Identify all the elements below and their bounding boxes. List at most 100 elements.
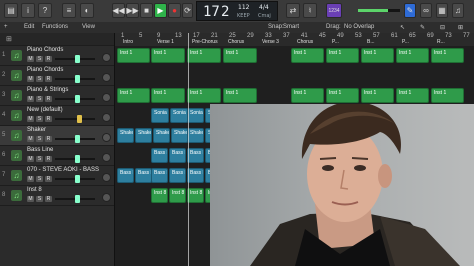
track-header[interactable]: 1 ♫ Piano Chords M S R: [0, 46, 114, 66]
pencil-tool-icon[interactable]: ✎: [420, 24, 425, 31]
audio-region[interactable]: Sonia Fo: [151, 108, 169, 123]
solo-button[interactable]: S: [36, 96, 43, 102]
notepad-button[interactable]: ✎: [404, 3, 416, 18]
snap-select[interactable]: Smart: [283, 24, 299, 30]
track-name[interactable]: Inst 8: [27, 187, 42, 193]
loop-browser-button[interactable]: ∞: [420, 3, 432, 18]
add-track-icon[interactable]: +: [4, 24, 8, 30]
audio-region[interactable]: Shaker: [135, 128, 152, 143]
audio-region[interactable]: Bass Lin: [169, 148, 186, 163]
track-name[interactable]: Piano & Strings: [27, 87, 68, 93]
track-header[interactable]: 7 ♫ 070 - STEVE AOKI - BASS M S R: [0, 166, 114, 186]
mute-button[interactable]: M: [27, 116, 34, 122]
smart-controls-button[interactable]: ◐: [80, 3, 94, 18]
toolbar-button[interactable]: ≡: [62, 3, 76, 18]
play-button[interactable]: ▶: [154, 3, 167, 18]
volume-fader[interactable]: [55, 155, 95, 163]
volume-fader[interactable]: [55, 115, 95, 123]
quick-help-button[interactable]: ?: [38, 3, 52, 18]
midi-region[interactable]: Inst 1: [361, 88, 394, 103]
marker-label[interactable]: Pre-Chorus: [192, 39, 218, 45]
edit-menu[interactable]: Edit: [24, 24, 34, 30]
midi-region[interactable]: Inst 1: [291, 48, 324, 63]
fader-knob[interactable]: [75, 75, 80, 83]
record-enable-button[interactable]: R: [45, 196, 52, 202]
mute-button[interactable]: M: [27, 176, 34, 182]
cycle-button[interactable]: ⟳: [182, 3, 193, 18]
pan-knob[interactable]: [102, 153, 111, 162]
cpu-badge[interactable]: 1234: [326, 3, 342, 18]
solo-button[interactable]: S: [36, 156, 43, 162]
mute-button[interactable]: M: [27, 76, 34, 82]
media-button[interactable]: ♫: [452, 3, 464, 18]
global-tracks-icon[interactable]: ⊞: [6, 35, 12, 43]
mute-button[interactable]: M: [27, 56, 34, 62]
track-name[interactable]: Shaker: [27, 127, 46, 133]
fader-knob[interactable]: [75, 95, 80, 103]
fader-knob[interactable]: [75, 195, 80, 203]
record-enable-button[interactable]: R: [45, 156, 52, 162]
replace-button[interactable]: ⇄: [286, 3, 300, 18]
inspector-button[interactable]: i: [21, 3, 35, 18]
midi-region[interactable]: Inst 1: [361, 48, 394, 63]
tuner-button[interactable]: ♮: [303, 3, 317, 18]
mute-button[interactable]: M: [27, 96, 34, 102]
forward-button[interactable]: ▶▶: [126, 3, 139, 18]
midi-region[interactable]: Inst 1: [396, 88, 429, 103]
track-header[interactable]: 8 ♫ Inst 8 MSR: [0, 186, 114, 206]
record-enable-button[interactable]: R: [45, 76, 52, 82]
mute-button[interactable]: M: [27, 156, 34, 162]
fader-knob[interactable]: [75, 175, 80, 183]
audio-region[interactable]: Sonia Fo: [187, 108, 204, 123]
audio-region[interactable]: Shaker: [117, 128, 134, 143]
volume-fader[interactable]: [55, 75, 95, 83]
marker-label[interactable]: Chorus: [228, 39, 244, 45]
audio-region[interactable]: Bass Li: [117, 168, 134, 183]
track-name[interactable]: New (default): [27, 107, 63, 113]
marker-label[interactable]: R...: [437, 39, 445, 45]
volume-fader[interactable]: [55, 135, 95, 143]
midi-region[interactable]: Inst 1: [326, 48, 359, 63]
audio-region[interactable]: Shaker: [153, 128, 170, 143]
audio-region[interactable]: Shaker: [171, 128, 188, 143]
midi-region[interactable]: Inst 8: [151, 188, 168, 203]
track-name[interactable]: Piano Chords: [27, 67, 63, 73]
track-header[interactable]: 6 ♫ Bass Line M S R: [0, 146, 114, 166]
fader-knob[interactable]: [75, 155, 80, 163]
record-enable-button[interactable]: R: [45, 116, 52, 122]
volume-fader[interactable]: [55, 95, 95, 103]
volume-fader[interactable]: [55, 175, 95, 183]
track-name[interactable]: Piano Chords: [27, 47, 63, 53]
audio-region[interactable]: Bass Lin: [187, 148, 204, 163]
midi-region[interactable]: Inst 1: [187, 48, 221, 63]
stop-button[interactable]: ■: [140, 3, 153, 18]
pan-knob[interactable]: [102, 133, 111, 142]
fader-knob[interactable]: [75, 135, 80, 143]
track-name[interactable]: 070 - STEVE AOKI - BASS: [27, 167, 99, 173]
record-enable-button[interactable]: R: [45, 56, 52, 62]
midi-region[interactable]: Inst 1: [117, 88, 150, 103]
record-button[interactable]: ●: [168, 3, 181, 18]
track-header[interactable]: 4 ♫ New (default) M S R: [0, 106, 114, 126]
record-enable-button[interactable]: R: [45, 96, 52, 102]
solo-button[interactable]: S: [36, 116, 43, 122]
solo-button[interactable]: S: [36, 136, 43, 142]
solo-button[interactable]: S: [36, 76, 43, 82]
audio-region[interactable]: Bass Li: [135, 168, 152, 183]
marker-label[interactable]: Verse 1: [157, 39, 174, 45]
midi-region[interactable]: Inst 8: [169, 188, 186, 203]
marker-label[interactable]: Chorus: [297, 39, 313, 45]
pan-knob[interactable]: [102, 113, 111, 122]
zoom-icon[interactable]: ⊞: [458, 24, 463, 31]
track-header[interactable]: 3 ♫ Piano & Strings M S R: [0, 86, 114, 106]
marker-label[interactable]: Intro: [123, 39, 133, 45]
playhead[interactable]: [188, 33, 189, 266]
track-header[interactable]: 2 ♫ Piano Chords M S R: [0, 66, 114, 86]
midi-region[interactable]: Inst 1: [223, 48, 257, 63]
solo-button[interactable]: S: [36, 56, 43, 62]
midi-region[interactable]: Inst 1: [223, 88, 257, 103]
marker-label[interactable]: Verse 3: [262, 39, 279, 45]
pan-knob[interactable]: [102, 73, 111, 82]
midi-region[interactable]: Inst 1: [151, 88, 185, 103]
midi-region[interactable]: Inst 1: [117, 48, 150, 63]
